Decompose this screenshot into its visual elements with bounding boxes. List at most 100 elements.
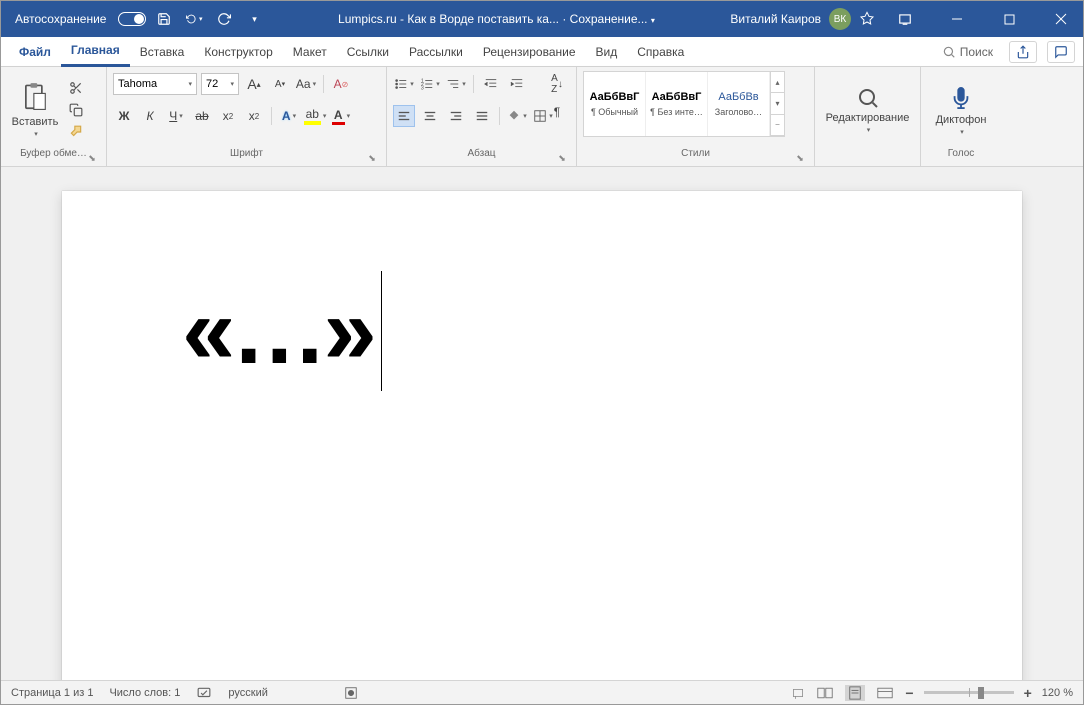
print-layout-button[interactable] bbox=[845, 685, 865, 701]
language-indicator[interactable]: русский bbox=[228, 687, 267, 699]
page-indicator[interactable]: Страница 1 из 1 bbox=[11, 687, 93, 699]
share-button[interactable] bbox=[1009, 41, 1037, 63]
ribbon: Вставить ▾ Буфер обме…⬊ Tahoma▾ 72▾ A▴ A… bbox=[1, 67, 1083, 167]
show-marks-button[interactable]: ¶ bbox=[546, 101, 568, 123]
voice-group-label: Голос bbox=[948, 148, 975, 159]
paste-icon bbox=[21, 82, 49, 114]
font-size-select[interactable]: 72▾ bbox=[201, 73, 239, 95]
copy-icon[interactable] bbox=[67, 102, 85, 118]
document-area[interactable]: «…» bbox=[1, 167, 1083, 680]
subscript-button[interactable]: x2 bbox=[217, 105, 239, 127]
tab-references[interactable]: Ссылки bbox=[337, 37, 399, 67]
microphone-icon bbox=[950, 84, 972, 112]
styles-dialog-launcher[interactable]: ⬊ bbox=[794, 153, 806, 165]
tab-help[interactable]: Справка bbox=[627, 37, 694, 67]
style-heading1[interactable]: АаБбВвЗаголово… bbox=[708, 72, 770, 136]
page[interactable]: «…» bbox=[62, 191, 1022, 680]
tab-design[interactable]: Конструктор bbox=[194, 37, 282, 67]
cut-icon[interactable] bbox=[67, 80, 85, 96]
strike-button[interactable]: ab bbox=[191, 105, 213, 127]
multilevel-button[interactable]: ▾ bbox=[445, 73, 467, 95]
undo-icon[interactable]: ▾ bbox=[186, 11, 202, 27]
status-bar: Страница 1 из 1 Число слов: 1 русский − … bbox=[1, 680, 1083, 704]
indent-inc-button[interactable] bbox=[506, 73, 528, 95]
tab-layout[interactable]: Макет bbox=[283, 37, 337, 67]
underline-button[interactable]: Ч▾ bbox=[165, 105, 187, 127]
format-painter-icon[interactable] bbox=[67, 124, 85, 140]
styles-group-label: Стили bbox=[681, 148, 710, 159]
sort-button[interactable]: AZ↓ bbox=[546, 73, 568, 95]
text-effects-button[interactable]: A▾ bbox=[278, 105, 300, 127]
tab-insert[interactable]: Вставка bbox=[130, 37, 195, 67]
gallery-up[interactable]: ▴ bbox=[771, 72, 784, 93]
save-icon[interactable] bbox=[156, 11, 172, 27]
find-icon bbox=[856, 86, 880, 110]
maximize-button[interactable] bbox=[987, 1, 1031, 37]
search-box[interactable]: Поиск bbox=[936, 45, 999, 59]
numbering-button[interactable]: 123▾ bbox=[419, 73, 441, 95]
font-dialog-launcher[interactable]: ⬊ bbox=[366, 153, 378, 165]
zoom-in-button[interactable]: + bbox=[1024, 685, 1032, 701]
font-color-button[interactable]: A▾ bbox=[330, 105, 352, 127]
ribbon-tabs: Файл Главная Вставка Конструктор Макет С… bbox=[1, 37, 1083, 67]
text-cursor bbox=[381, 271, 382, 391]
clipboard-group-label: Буфер обме… bbox=[20, 148, 87, 159]
shrink-font-button[interactable]: A▾ bbox=[269, 73, 291, 95]
autosave-toggle[interactable] bbox=[118, 12, 146, 26]
zoom-level[interactable]: 120 % bbox=[1042, 687, 1073, 699]
spell-check-icon[interactable] bbox=[196, 686, 212, 700]
clear-format-button[interactable]: A⊘ bbox=[330, 73, 352, 95]
font-group-label: Шрифт bbox=[230, 148, 263, 159]
font-name-select[interactable]: Tahoma▾ bbox=[113, 73, 197, 95]
paste-button[interactable]: Вставить ▾ bbox=[7, 71, 63, 148]
web-layout-button[interactable] bbox=[875, 685, 895, 701]
indent-dec-button[interactable] bbox=[480, 73, 502, 95]
document-title: Lumpics.ru - Как в Ворде поставить ка...… bbox=[262, 12, 730, 26]
coming-soon-icon[interactable] bbox=[859, 11, 875, 27]
display-settings-icon[interactable] bbox=[791, 686, 805, 700]
paragraph-dialog-launcher[interactable]: ⬊ bbox=[556, 153, 568, 165]
search-icon bbox=[942, 45, 956, 59]
highlight-button[interactable]: ab▾ bbox=[304, 105, 326, 127]
grow-font-button[interactable]: A▴ bbox=[243, 73, 265, 95]
bullets-button[interactable]: ▾ bbox=[393, 73, 415, 95]
align-center-button[interactable] bbox=[419, 105, 441, 127]
minimize-button[interactable] bbox=[935, 1, 979, 37]
close-button[interactable] bbox=[1039, 1, 1083, 37]
read-mode-button[interactable] bbox=[815, 685, 835, 701]
style-normal[interactable]: АаБбВвГ¶ Обычный bbox=[584, 72, 646, 136]
word-count[interactable]: Число слов: 1 bbox=[109, 687, 180, 699]
user-name[interactable]: Виталий Каиров bbox=[730, 12, 821, 26]
zoom-out-button[interactable]: − bbox=[905, 685, 913, 701]
tab-home[interactable]: Главная bbox=[61, 37, 130, 67]
tab-file[interactable]: Файл bbox=[9, 37, 61, 67]
document-text[interactable]: «…» bbox=[182, 271, 902, 391]
superscript-button[interactable]: x2 bbox=[243, 105, 265, 127]
italic-button[interactable]: К bbox=[139, 105, 161, 127]
gallery-down[interactable]: ▾ bbox=[771, 93, 784, 114]
styles-gallery[interactable]: АаБбВвГ¶ Обычный АаБбВвГ¶ Без инте… АаБб… bbox=[583, 71, 785, 137]
dictate-button[interactable]: Диктофон ▾ bbox=[927, 71, 995, 148]
qat-customize-icon[interactable]: ▾ bbox=[246, 11, 262, 27]
tab-view[interactable]: Вид bbox=[586, 37, 628, 67]
paragraph-group-label: Абзац bbox=[467, 148, 495, 159]
bold-button[interactable]: Ж bbox=[113, 105, 135, 127]
style-no-spacing[interactable]: АаБбВвГ¶ Без инте… bbox=[646, 72, 708, 136]
zoom-slider[interactable] bbox=[924, 691, 1014, 694]
ribbon-display-icon[interactable] bbox=[883, 1, 927, 37]
comments-button[interactable] bbox=[1047, 41, 1075, 63]
align-right-button[interactable] bbox=[445, 105, 467, 127]
user-avatar[interactable]: ВК bbox=[829, 8, 851, 30]
editing-button[interactable]: Редактирование ▾ bbox=[821, 71, 914, 148]
gallery-more[interactable]: ⎯ bbox=[771, 115, 784, 136]
title-bar: Автосохранение ▾ ▾ Lumpics.ru - Как в Во… bbox=[1, 1, 1083, 37]
tab-review[interactable]: Рецензирование bbox=[473, 37, 586, 67]
align-justify-button[interactable] bbox=[471, 105, 493, 127]
tab-mailings[interactable]: Рассылки bbox=[399, 37, 473, 67]
align-left-button[interactable] bbox=[393, 105, 415, 127]
macro-icon[interactable] bbox=[344, 686, 358, 700]
clipboard-dialog-launcher[interactable]: ⬊ bbox=[86, 153, 98, 165]
shading-button[interactable]: ▾ bbox=[506, 105, 528, 127]
redo-icon[interactable] bbox=[216, 11, 232, 27]
change-case-button[interactable]: Aa▾ bbox=[295, 73, 317, 95]
